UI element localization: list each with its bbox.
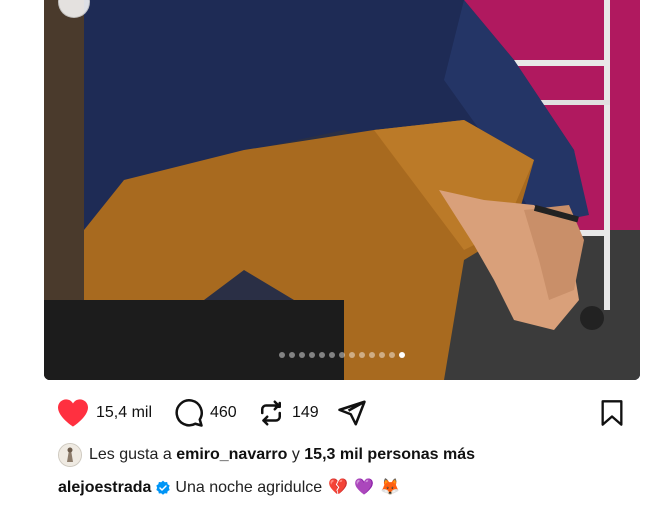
broken-heart-emoji: 💔 [328, 479, 349, 496]
caption: alejoestrada Una noche agridulce 💔 💜 🦊 [58, 476, 400, 500]
like-action: 15,4 mil [56, 396, 152, 430]
like-count[interactable]: 15,4 mil [96, 404, 152, 422]
caption-username[interactable]: alejoestrada [58, 479, 151, 497]
heart-icon[interactable] [56, 398, 90, 428]
carousel-dot [379, 352, 385, 358]
send-icon[interactable] [336, 398, 368, 428]
likes-connector: y [291, 446, 300, 463]
carousel-dot [279, 352, 285, 358]
carousel-dot [369, 352, 375, 358]
carousel-dot [299, 352, 305, 358]
carousel-dot [349, 352, 355, 358]
share-action [336, 396, 368, 430]
repost-action: 149 [256, 396, 319, 430]
avatar-image [59, 444, 81, 466]
action-bar: 15,4 mil 460 149 [56, 396, 636, 430]
carousel-dot [359, 352, 365, 358]
save-action [598, 396, 626, 430]
carousel-dot [339, 352, 345, 358]
carousel-dot [329, 352, 335, 358]
post-image[interactable] [44, 0, 640, 380]
repost-icon[interactable] [256, 398, 286, 428]
comment-icon[interactable] [174, 398, 204, 428]
liker-username[interactable]: emiro_navarro [176, 446, 287, 464]
comment-count[interactable]: 460 [210, 404, 237, 422]
fox-emoji: 🦊 [380, 479, 400, 496]
carousel-dot [389, 352, 395, 358]
repost-count[interactable]: 149 [292, 404, 319, 422]
caption-text: Una noche agridulce [175, 479, 323, 496]
comment-action: 460 [174, 396, 237, 430]
verified-badge-icon [156, 480, 171, 495]
likes-others[interactable]: 15,3 mil personas más [304, 446, 475, 464]
liker-avatar[interactable] [58, 443, 82, 467]
carousel-dot [319, 352, 325, 358]
carousel-dot [399, 352, 405, 358]
post-photo [44, 0, 640, 380]
likes-summary: Les gusta a emiro_navarro y 15,3 mil per… [58, 443, 475, 467]
likes-prefix: Les gusta a [89, 446, 172, 463]
carousel-dot [309, 352, 315, 358]
carousel-dots [44, 352, 640, 358]
carousel-dot [289, 352, 295, 358]
bookmark-icon[interactable] [598, 398, 626, 428]
purple-heart-emoji: 💜 [354, 479, 374, 496]
